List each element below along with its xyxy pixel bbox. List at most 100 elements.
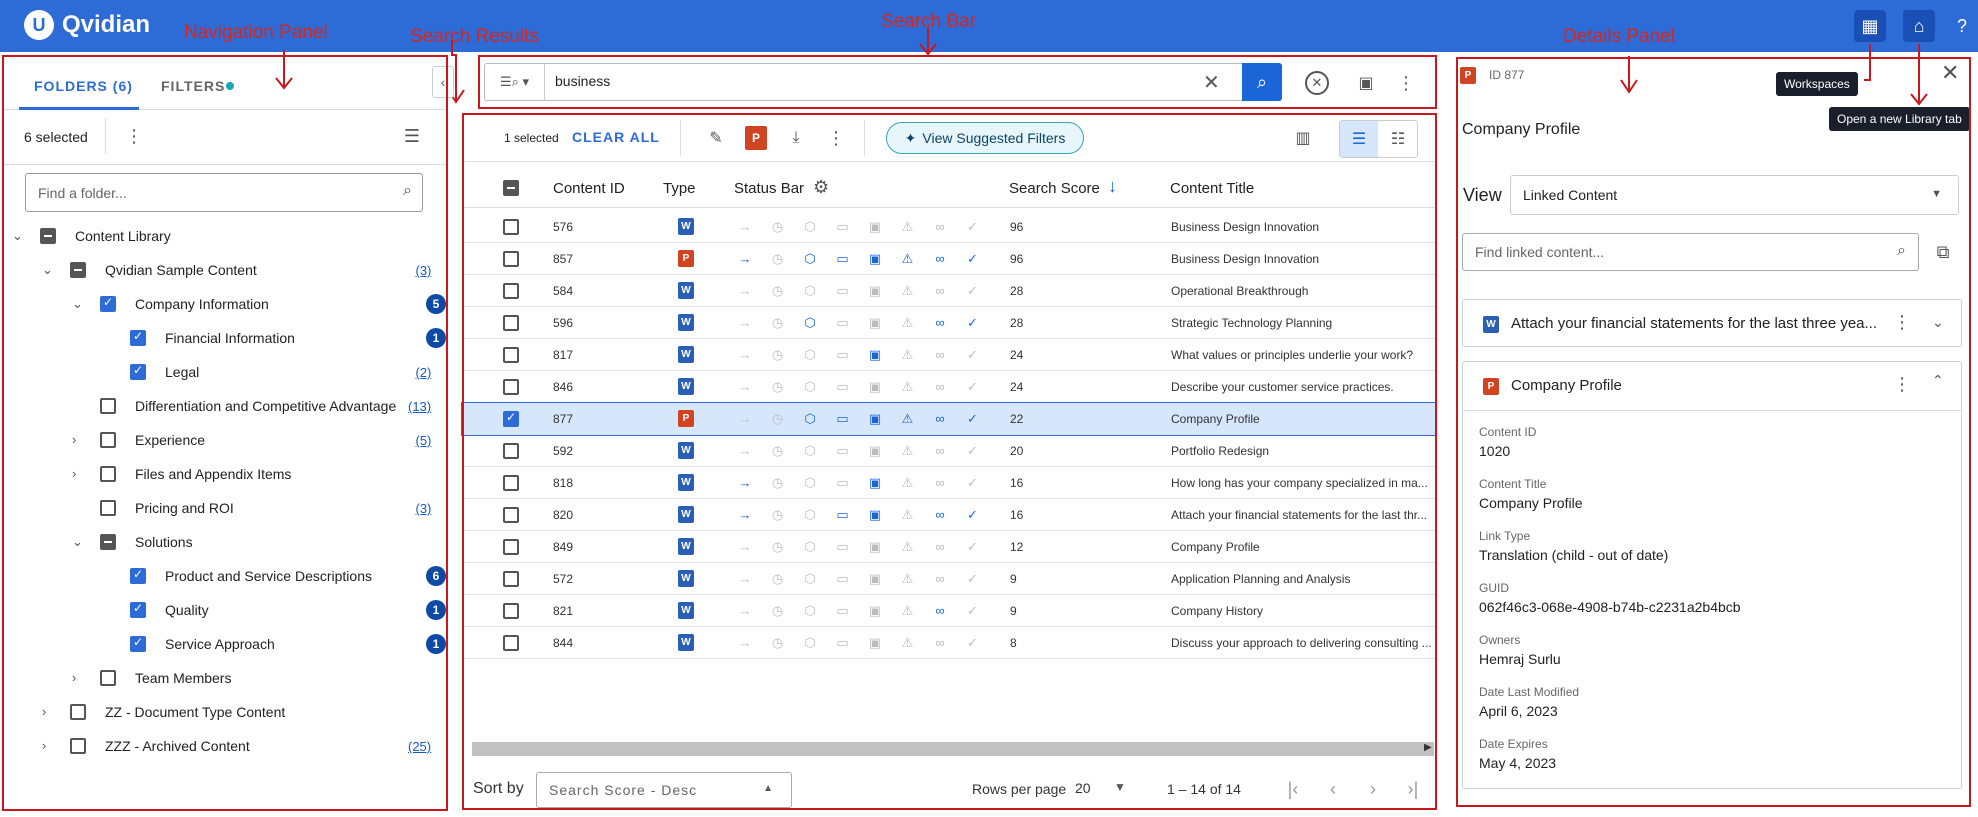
row-checkbox[interactable] (503, 635, 519, 651)
warning-icon[interactable]: ⚠ (900, 635, 916, 651)
sort-desc-icon[interactable]: ↓ (1108, 176, 1117, 197)
table-row[interactable]: 818 W → ◷ ⬡ ▭ ▣ ⚠ ∞ ✓ 16 How long has your company … (462, 467, 1436, 499)
table-row[interactable]: 877 P → ◷ ⬡ ▭ ▣ ⚠ ∞ ✓ 22 Company Profile (461, 402, 1437, 436)
tree-item-checkbox[interactable] (100, 295, 116, 312)
table-row[interactable]: 820 W → ◷ ⬡ ▭ ▣ ⚠ ∞ ✓ 16 Attach your financial stat… (462, 499, 1436, 531)
col-type[interactable]: Type (663, 180, 696, 197)
tab-folders[interactable]: FOLDERS (6) (34, 78, 133, 94)
row-checkbox[interactable] (503, 507, 519, 523)
comments-icon[interactable]: ▣ (867, 603, 883, 619)
row-checkbox[interactable] (503, 571, 519, 587)
checked-doc-icon[interactable]: ✓ (965, 283, 981, 299)
row-checkbox[interactable] (503, 443, 519, 459)
warning-icon[interactable]: ⚠ (900, 571, 916, 587)
tree-item[interactable]: Service Approach 1 (0, 629, 446, 659)
save-search-icon[interactable]: ▣ (1354, 71, 1378, 95)
comment-icon[interactable]: ▭ (835, 635, 851, 651)
find-folder-input[interactable]: Find a folder... ⌕ (25, 173, 423, 212)
folder-count-link[interactable]: (3) (416, 501, 432, 516)
warning-icon[interactable]: ⚠ (900, 603, 916, 619)
tree-item-checkbox[interactable] (130, 329, 146, 346)
comments-icon[interactable]: ▣ (867, 635, 883, 651)
table-row[interactable]: 584 W → ◷ ⬡ ▭ ▣ ⚠ ∞ ✓ 28 Operational Breakthrough (462, 275, 1436, 307)
find-linked-content-input[interactable]: Find linked content... ⌕ (1462, 233, 1919, 271)
arrow-out-icon[interactable]: → (737, 539, 753, 554)
clock-icon[interactable]: ◷ (770, 603, 786, 619)
link-icon[interactable]: ∞ (932, 635, 948, 650)
tree-item-checkbox[interactable] (100, 432, 116, 448)
search-mode-dropdown[interactable]: ☰⌕ ▾ (485, 64, 545, 100)
clock-icon[interactable]: ◷ (770, 219, 786, 235)
comments-icon[interactable]: ▣ (867, 283, 883, 299)
close-details-icon[interactable]: ✕ (1941, 60, 1959, 86)
row-content-title[interactable]: Application Planning and Analysis (1171, 572, 1435, 586)
checked-doc-icon[interactable]: ✓ (965, 411, 981, 427)
col-status-bar[interactable]: Status Bar (734, 180, 804, 197)
checked-doc-icon[interactable]: ✓ (965, 507, 981, 523)
cube-icon[interactable]: ⬡ (802, 539, 818, 555)
cube-icon[interactable]: ⬡ (802, 507, 818, 523)
gear-icon[interactable]: ⚙ (813, 177, 829, 198)
warning-icon[interactable]: ⚠ (900, 443, 916, 459)
tree-item-checkbox[interactable] (130, 567, 146, 584)
row-checkbox[interactable] (503, 315, 519, 331)
tree-item[interactable]: Product and Service Descriptions 6 (0, 561, 446, 591)
row-checkbox[interactable] (503, 251, 519, 267)
comments-icon[interactable]: ▣ (867, 251, 883, 267)
col-search-score[interactable]: Search Score (1009, 180, 1100, 197)
checked-doc-icon[interactable]: ✓ (965, 603, 981, 619)
clear-filters-icon[interactable]: ✕ (1305, 71, 1329, 95)
comment-icon[interactable]: ▭ (835, 571, 851, 587)
table-row[interactable]: 846 W → ◷ ⬡ ▭ ▣ ⚠ ∞ ✓ 24 Describe your customer ser… (462, 371, 1436, 403)
checked-doc-icon[interactable]: ✓ (965, 475, 981, 491)
warning-icon[interactable]: ⚠ (900, 539, 916, 555)
row-content-title[interactable]: Discuss your approach to delivering cons… (1171, 636, 1435, 650)
comment-icon[interactable]: ▭ (835, 315, 851, 331)
table-row[interactable]: 576 W → ◷ ⬡ ▭ ▣ ⚠ ∞ ✓ 96 Business Design Innovation (462, 211, 1436, 243)
clear-all-button[interactable]: CLEAR ALL (572, 129, 660, 145)
row-content-title[interactable]: What values or principles underlie your … (1171, 348, 1435, 362)
table-row[interactable]: 844 W → ◷ ⬡ ▭ ▣ ⚠ ∞ ✓ 8 Discuss your approach to de… (462, 627, 1436, 659)
warning-icon[interactable]: ⚠ (900, 315, 916, 331)
sort-select[interactable]: Search Score - Desc ▲ (536, 772, 792, 808)
tree-item[interactable]: › ZZ - Document Type Content (0, 697, 446, 727)
clock-icon[interactable]: ◷ (770, 571, 786, 587)
chevron-down-icon[interactable]: ⌄ (12, 228, 23, 244)
tab-filters[interactable]: FILTERS (161, 78, 225, 94)
arrow-out-icon[interactable]: → (737, 411, 753, 426)
clock-icon[interactable]: ◷ (770, 283, 786, 299)
tree-item[interactable]: Differentiation and Competitive Advantag… (0, 391, 446, 421)
tree-item-checkbox[interactable] (100, 500, 116, 516)
arrow-out-icon[interactable]: → (737, 635, 753, 650)
comment-icon[interactable]: ▭ (835, 603, 851, 619)
chevron-down-icon[interactable]: ⌄ (72, 296, 83, 312)
search-button[interactable]: ⌕ (1242, 63, 1282, 101)
tree-item-checkbox[interactable] (100, 466, 116, 482)
cube-icon[interactable]: ⬡ (802, 315, 818, 331)
link-icon[interactable]: ∞ (932, 283, 948, 298)
cube-icon[interactable]: ⬡ (802, 347, 818, 363)
arrow-out-icon[interactable]: → (737, 603, 753, 618)
warning-icon[interactable]: ⚠ (900, 283, 916, 299)
table-row[interactable]: 596 W → ◷ ⬡ ▭ ▣ ⚠ ∞ ✓ 28 Strategic Technology Plann… (462, 307, 1436, 339)
view-suggested-filters-button[interactable]: ✦ View Suggested Filters (886, 122, 1084, 154)
cube-icon[interactable]: ⬡ (802, 219, 818, 235)
clock-icon[interactable]: ◷ (770, 315, 786, 331)
link-icon[interactable]: ∞ (932, 379, 948, 394)
chevron-right-icon[interactable]: › (42, 738, 46, 753)
cube-icon[interactable]: ⬡ (802, 475, 818, 491)
tree-item-checkbox[interactable] (130, 635, 146, 652)
row-checkbox[interactable] (503, 379, 519, 395)
comment-icon[interactable]: ▭ (835, 347, 851, 363)
link-icon[interactable]: ∞ (932, 411, 948, 426)
last-page-icon[interactable]: ›| (1402, 778, 1424, 800)
warning-icon[interactable]: ⚠ (900, 347, 916, 363)
table-row[interactable]: 857 P → ◷ ⬡ ▭ ▣ ⚠ ∞ ✓ 96 Business Design Innovation (462, 243, 1436, 275)
chevron-down-icon[interactable]: ⌄ (1932, 314, 1944, 331)
collapse-nav-button[interactable]: ‹ (432, 66, 454, 98)
tree-item-checkbox[interactable] (70, 262, 86, 278)
linked-card-1[interactable]: W Attach your financial statements for t… (1462, 299, 1962, 347)
link-icon[interactable]: ∞ (932, 475, 948, 490)
open-external-icon[interactable]: ⧉ (1930, 239, 1956, 265)
tree-item-checkbox[interactable] (130, 363, 146, 380)
